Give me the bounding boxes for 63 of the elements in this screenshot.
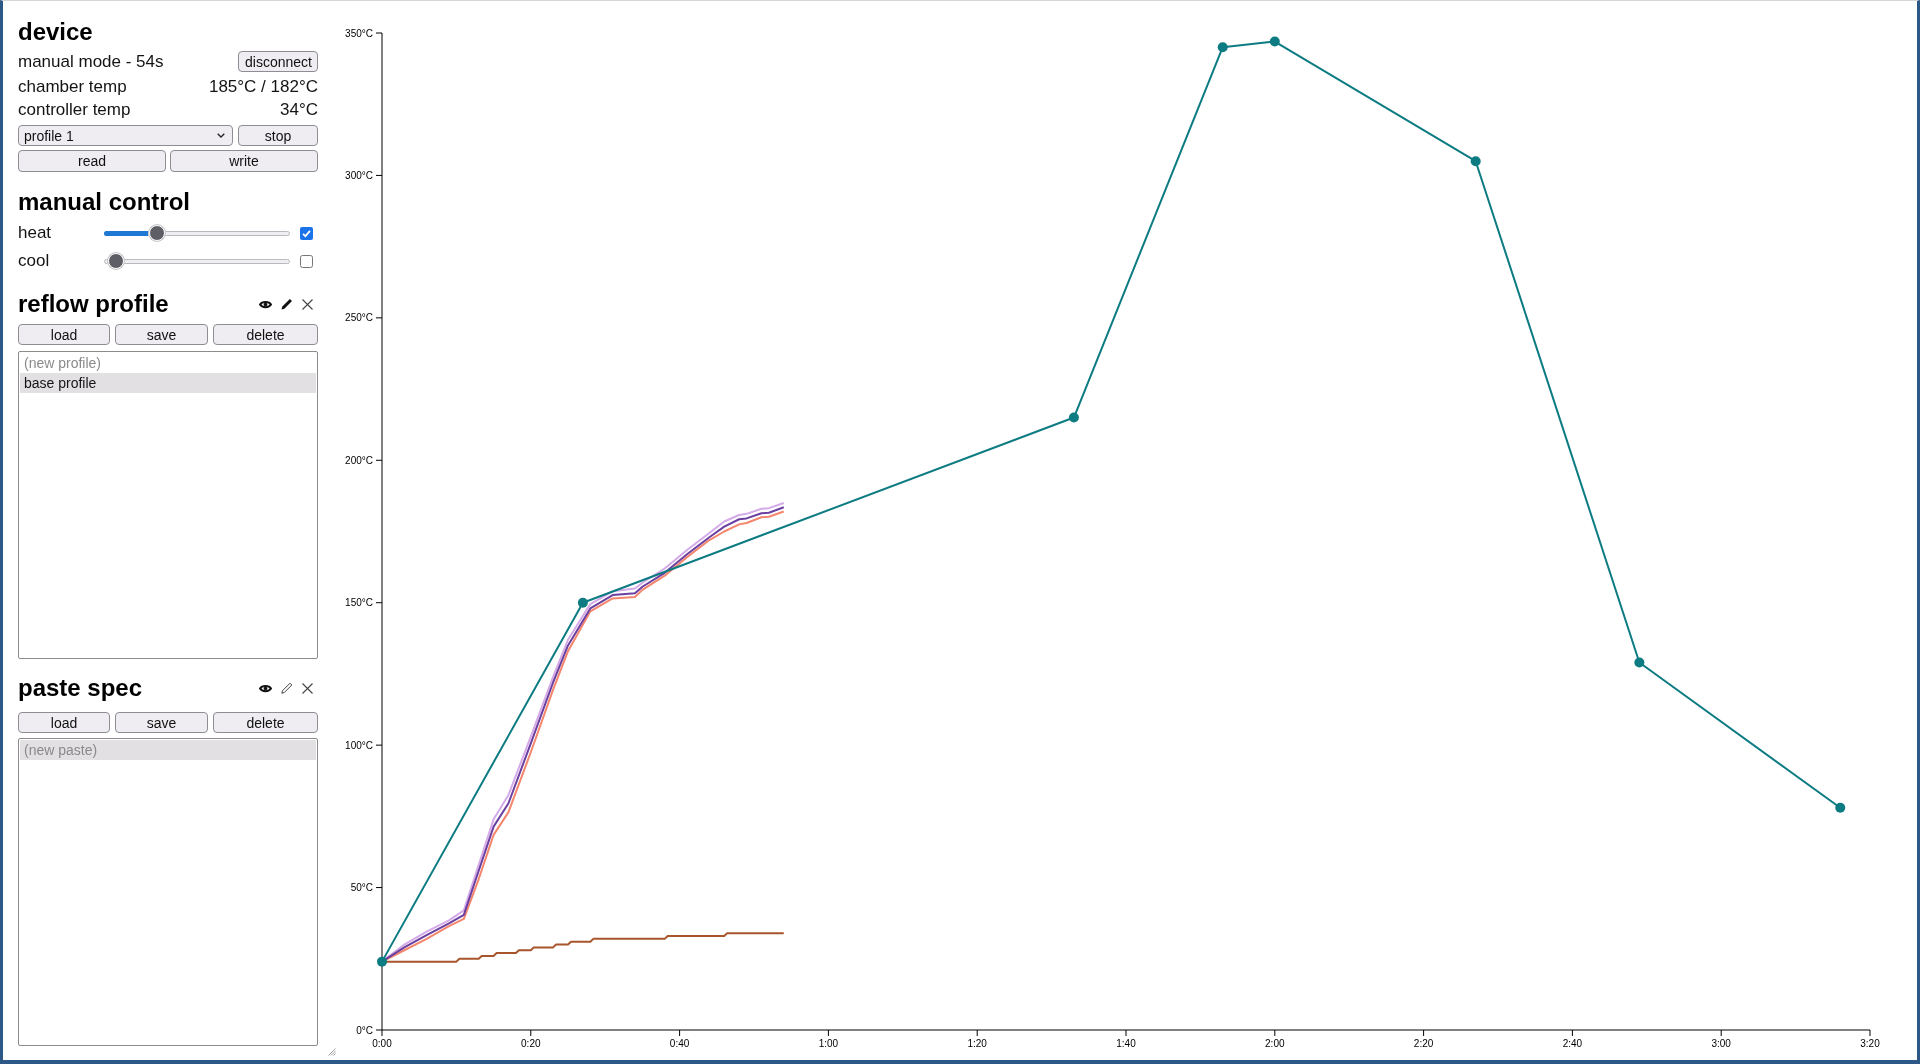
- y-tick-label: 200°C: [345, 454, 373, 466]
- profile-point[interactable]: [577, 597, 588, 608]
- caret-icon: [217, 133, 225, 138]
- stop-button[interactable]: stop: [238, 125, 318, 146]
- list-box[interactable]: (new profile) base profile: [18, 351, 318, 659]
- y-tick-label: 50°C: [350, 882, 373, 894]
- save-button[interactable]: save: [115, 324, 208, 345]
- profile-point[interactable]: [1217, 42, 1228, 53]
- status-text: manual mode - 54s: [18, 51, 164, 72]
- section-title: manual control: [18, 188, 192, 216]
- x-tick-label: 3:00: [1711, 1038, 1731, 1049]
- save-button[interactable]: save: [115, 712, 208, 733]
- checkbox[interactable]: [300, 226, 313, 240]
- channel-label: cool: [18, 251, 51, 271]
- reading-value: 185°C / 182°C: [208, 77, 318, 97]
- write-button[interactable]: write: [170, 150, 318, 172]
- profile-point[interactable]: [1269, 36, 1280, 47]
- y-tick-label: 150°C: [345, 597, 373, 609]
- section-title: device: [18, 18, 94, 46]
- channel-label: heat: [18, 223, 53, 243]
- profile-point[interactable]: [1068, 412, 1079, 423]
- profile-select[interactable]: profile 1: [18, 125, 233, 146]
- y-tick-label: 250°C: [345, 312, 373, 324]
- reading-value: 34°C: [280, 100, 318, 120]
- list-item[interactable]: base profile: [20, 373, 316, 393]
- eye-icon[interactable]: [259, 299, 272, 309]
- reading-label: chamber temp: [18, 77, 127, 97]
- section-title: reflow profile: [18, 290, 169, 318]
- close-icon[interactable]: [302, 298, 313, 310]
- x-tick-label: 0:20: [521, 1038, 541, 1049]
- x-tick-label: 1:20: [967, 1038, 987, 1049]
- profile-point[interactable]: [377, 956, 387, 967]
- load-button[interactable]: load: [18, 712, 110, 733]
- x-tick-label: 1:00: [818, 1038, 839, 1049]
- y-tick-label: 300°C: [345, 169, 373, 181]
- section-title: paste spec: [18, 674, 143, 702]
- pencil-icon[interactable]: [281, 298, 293, 310]
- x-tick-label: 2:40: [1562, 1038, 1583, 1049]
- checkbox[interactable]: [300, 254, 313, 268]
- resize-grip-icon[interactable]: [328, 1048, 336, 1056]
- load-button[interactable]: load: [18, 324, 110, 345]
- reading-label: controller temp: [18, 100, 131, 120]
- disconnect-button[interactable]: disconnect: [238, 51, 318, 72]
- y-tick-label: 0°C: [356, 1024, 373, 1036]
- eye-icon[interactable]: [259, 683, 272, 693]
- x-tick-label: 3:20: [1860, 1038, 1880, 1049]
- x-tick-label: 1:40: [1116, 1038, 1136, 1049]
- delete-button[interactable]: delete: [213, 324, 318, 345]
- x-tick-label: 0:40: [669, 1038, 690, 1049]
- profile-point[interactable]: [1634, 657, 1645, 668]
- x-tick-label: 2:00: [1265, 1038, 1285, 1049]
- y-tick-label: 100°C: [345, 739, 373, 751]
- x-tick-label: 0:00: [372, 1038, 392, 1049]
- x-tick-label: 2:20: [1413, 1038, 1434, 1049]
- profile-point[interactable]: [1470, 156, 1481, 167]
- profile-point[interactable]: [1835, 802, 1846, 813]
- list-item[interactable]: (new profile): [20, 353, 316, 373]
- slider-thumb[interactable]: [108, 253, 124, 269]
- close-icon[interactable]: [302, 682, 313, 694]
- delete-button[interactable]: delete: [213, 712, 318, 733]
- read-button[interactable]: read: [18, 150, 166, 172]
- y-tick-label: 350°C: [345, 27, 373, 39]
- slider-thumb[interactable]: [148, 225, 165, 241]
